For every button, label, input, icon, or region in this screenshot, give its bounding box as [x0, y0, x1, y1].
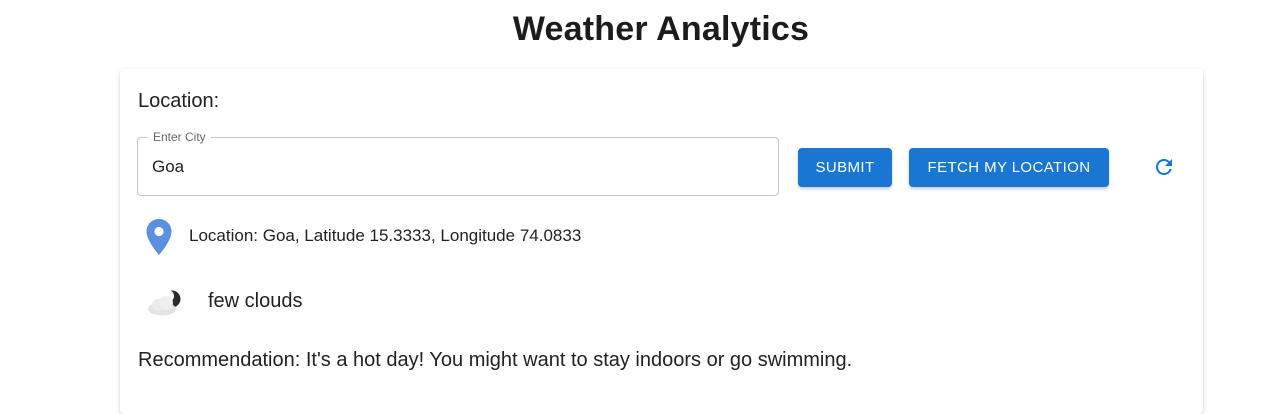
city-field-legend: Enter City	[148, 130, 211, 144]
location-label: Location:	[138, 90, 220, 112]
fetch-my-location-button[interactable]: FETCH MY LOCATION	[909, 148, 1109, 187]
weather-condition-text: few clouds	[208, 290, 303, 312]
refresh-icon[interactable]	[1152, 155, 1176, 179]
recommendation-text: Recommendation: It's a hot day! You migh…	[138, 349, 853, 371]
location-info-text: Location: Goa, Latitude 15.3333, Longitu…	[189, 226, 582, 245]
page-title: Weather Analytics	[512, 10, 810, 48]
map-pin-icon	[145, 218, 173, 256]
submit-button[interactable]: SUBMIT	[798, 148, 892, 187]
city-field[interactable]: Enter City	[137, 130, 779, 196]
city-input[interactable]	[152, 155, 752, 179]
few-clouds-icon	[144, 287, 186, 317]
